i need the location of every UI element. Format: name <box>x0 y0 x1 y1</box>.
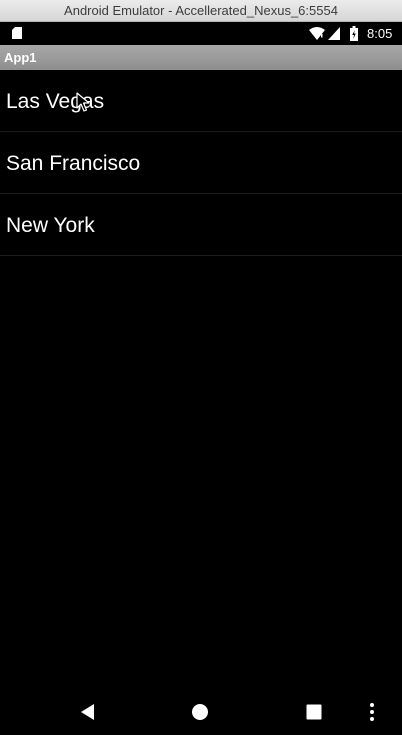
status-clock: 8:05 <box>367 26 393 41</box>
battery-charging-icon <box>350 26 358 41</box>
list-item-label: San Francisco <box>6 152 141 175</box>
signal-icon <box>328 27 340 40</box>
app-bar: App1 <box>0 45 402 70</box>
app-title: App1 <box>4 50 37 65</box>
list-item-new-york[interactable]: New York <box>0 194 402 256</box>
home-icon[interactable] <box>190 702 210 722</box>
overflow-menu-icon[interactable] <box>365 701 379 723</box>
back-icon[interactable] <box>78 702 98 722</box>
window-titlebar: Android Emulator - Accellerated_Nexus_6:… <box>0 0 402 22</box>
list-item-las-vegas[interactable]: Las Vegas <box>0 70 402 132</box>
city-list: Las Vegas San Francisco New York <box>0 70 402 256</box>
list-item-label: New York <box>6 214 95 237</box>
navigation-bar <box>0 689 402 735</box>
mouse-pointer-icon <box>76 92 90 112</box>
status-bar: 8:05 <box>0 22 402 45</box>
sd-card-icon <box>12 27 22 39</box>
window-title: Android Emulator - Accellerated_Nexus_6:… <box>64 3 338 18</box>
list-item-san-francisco[interactable]: San Francisco <box>0 132 402 194</box>
recents-icon[interactable] <box>304 702 324 722</box>
wifi-icon <box>309 27 325 40</box>
